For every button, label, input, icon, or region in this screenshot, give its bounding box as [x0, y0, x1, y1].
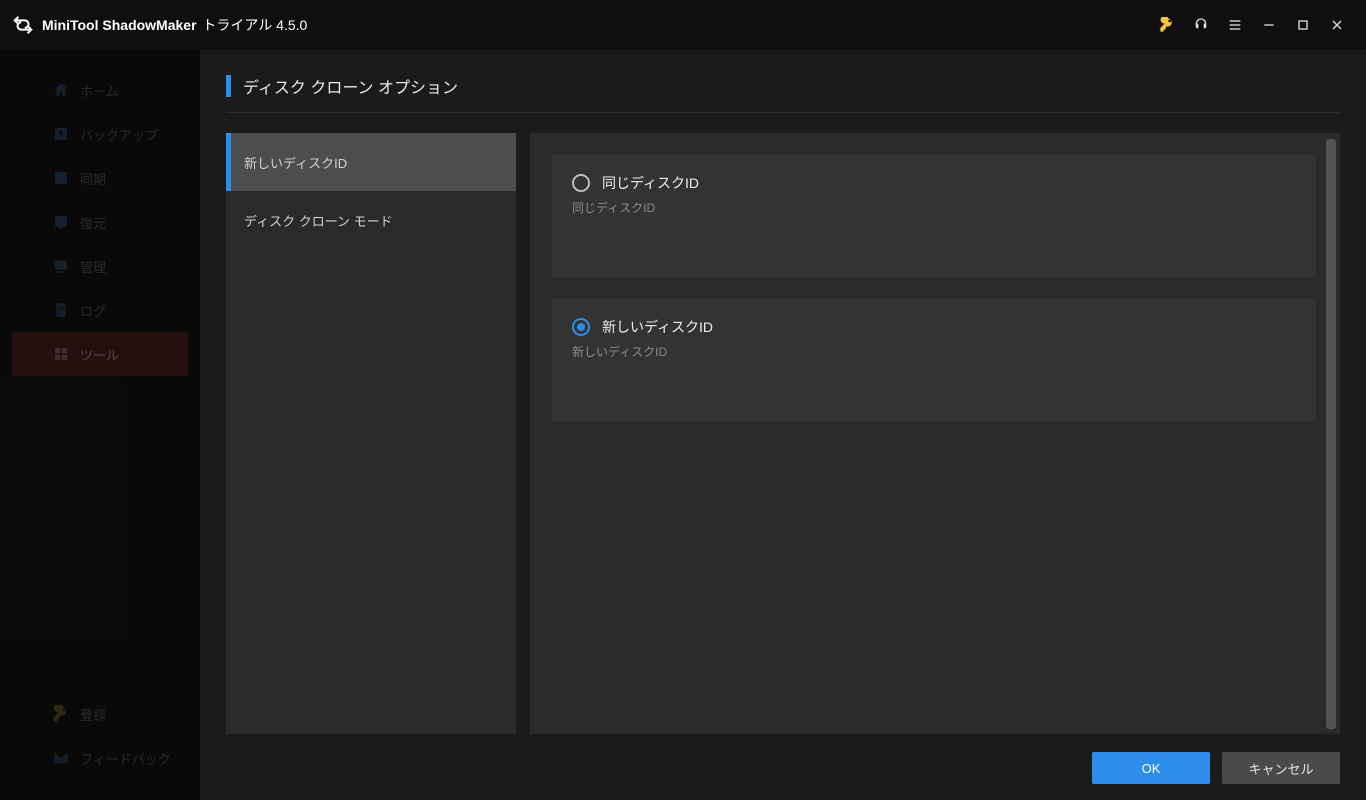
titlebar-menu-button[interactable]	[1218, 8, 1252, 42]
sidebar-item-label: 同期	[80, 169, 106, 188]
title-bar: MiniTool ShadowMaker トライアル 4.5.0	[0, 0, 1366, 50]
radio-icon[interactable]	[572, 318, 590, 336]
main-panel: ディスク クローン オプション 新しいディスクID ディスク クローン モード …	[200, 50, 1366, 800]
sidebar-item-manage[interactable]: 管理	[12, 244, 188, 288]
sidebar-item-tools[interactable]: ツール	[12, 332, 188, 376]
option-description: 新しいディスクID	[572, 343, 1296, 360]
sidebar-item-label: 管理	[80, 257, 106, 276]
sidebar-item-label: ホーム	[80, 81, 119, 100]
cancel-button[interactable]: キャンセル	[1222, 752, 1340, 784]
mail-icon	[52, 749, 70, 767]
tab-new-disk-id[interactable]: 新しいディスクID	[226, 133, 516, 191]
tab-label: ディスク クローン モード	[244, 211, 393, 230]
option-title: 同じディスクID	[602, 173, 699, 193]
radio-icon[interactable]	[572, 174, 590, 192]
sidebar-item-label: ツール	[80, 345, 119, 364]
sidebar-item-log[interactable]: ログ	[12, 288, 188, 332]
dialog-footer: OK キャンセル	[226, 734, 1340, 784]
sidebar-item-label: ログ	[80, 301, 106, 320]
backup-icon	[52, 125, 70, 143]
option-new-disk-id[interactable]: 新しいディスクID 新しいディスクID	[552, 299, 1316, 421]
titlebar-maximize-button[interactable]	[1286, 8, 1320, 42]
heading-accent	[226, 75, 231, 97]
option-title: 新しいディスクID	[602, 317, 713, 337]
log-icon	[52, 301, 70, 319]
sidebar-item-label: 復元	[80, 213, 106, 232]
sidebar-item-restore[interactable]: 復元	[12, 200, 188, 244]
tab-label: 新しいディスクID	[244, 153, 347, 172]
tools-icon	[52, 345, 70, 363]
tab-clone-mode[interactable]: ディスク クローン モード	[226, 191, 516, 249]
app-name: MiniTool ShadowMaker	[42, 17, 197, 33]
manage-icon	[52, 257, 70, 275]
sidebar-item-feedback[interactable]: フィードバック	[12, 736, 188, 780]
titlebar-key-button[interactable]	[1150, 8, 1184, 42]
option-description: 同じディスクID	[572, 199, 1296, 216]
titlebar-close-button[interactable]	[1320, 8, 1354, 42]
titlebar-support-button[interactable]	[1184, 8, 1218, 42]
option-same-disk-id[interactable]: 同じディスクID 同じディスクID	[552, 155, 1316, 277]
sync-icon	[52, 169, 70, 187]
titlebar-minimize-button[interactable]	[1252, 8, 1286, 42]
app-logo-icon	[12, 14, 34, 36]
sidebar-item-register[interactable]: 登録	[12, 692, 188, 736]
app-title: MiniTool ShadowMaker トライアル 4.5.0	[42, 15, 307, 35]
button-label: OK	[1142, 761, 1161, 776]
sidebar-item-label: フィードバック	[80, 749, 171, 768]
button-label: キャンセル	[1248, 759, 1313, 778]
sidebar-item-label: バックアップ	[80, 125, 158, 144]
home-icon	[52, 81, 70, 99]
options-panel: 同じディスクID 同じディスクID 新しいディスクID 新しいディスクID	[530, 133, 1340, 734]
options-tabs: 新しいディスクID ディスク クローン モード	[226, 133, 516, 734]
sidebar-item-home[interactable]: ホーム	[12, 68, 188, 112]
sidebar-item-label: 登録	[80, 705, 106, 724]
restore-icon	[52, 213, 70, 231]
app-edition-version: トライアル 4.5.0	[202, 17, 307, 33]
page-title: ディスク クローン オプション	[243, 74, 458, 98]
sidebar-item-sync[interactable]: 同期	[12, 156, 188, 200]
ok-button[interactable]: OK	[1092, 752, 1210, 784]
page-heading: ディスク クローン オプション	[226, 74, 1340, 113]
sidebar-item-backup[interactable]: バックアップ	[12, 112, 188, 156]
key-icon	[52, 705, 70, 723]
scrollbar-thumb[interactable]	[1326, 139, 1336, 729]
sidebar: ホーム バックアップ 同期 復元 管理 ログ ツール	[0, 50, 200, 800]
